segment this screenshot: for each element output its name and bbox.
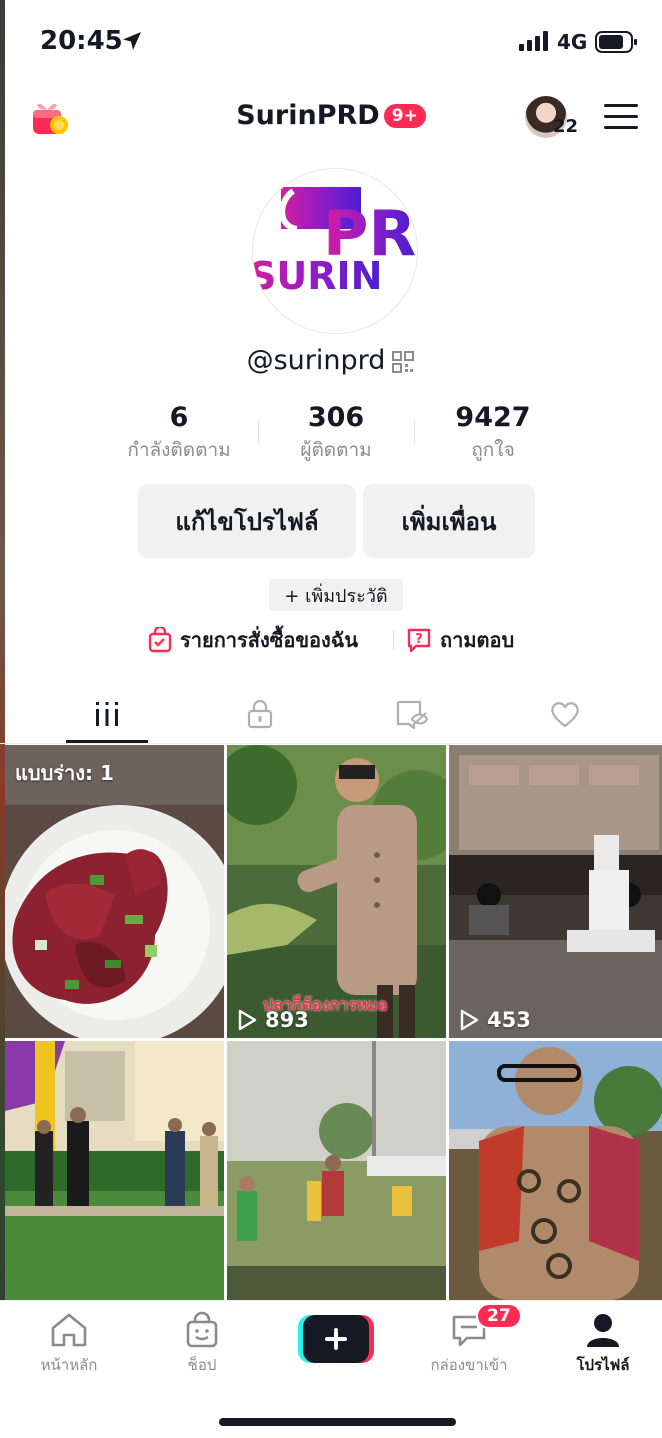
view-count-value: 893 bbox=[265, 1008, 309, 1032]
menu-icon[interactable] bbox=[604, 104, 638, 130]
qa-label: ถามตอบ bbox=[440, 628, 515, 652]
qa-link[interactable]: ? ถามตอบ bbox=[406, 624, 514, 656]
brand-logo-image: PR SURIN bbox=[253, 169, 417, 333]
orders-link[interactable]: รายการสั่งซื้อของฉัน bbox=[148, 624, 358, 656]
friends-count: 22 bbox=[553, 116, 579, 137]
video-thumbnail[interactable] bbox=[449, 1041, 662, 1300]
field-people-image bbox=[227, 1041, 446, 1300]
ceremony-stage-image bbox=[5, 1041, 224, 1300]
stat-followers[interactable]: 306 ผู้ติดตาม bbox=[251, 402, 421, 465]
tabs-divider bbox=[0, 743, 662, 744]
video-thumbnail[interactable]: แบบร่าง: 1 bbox=[5, 745, 224, 1038]
add-friends-button[interactable]: เพิ่มเพื่อน bbox=[363, 484, 535, 558]
username-row: @surinprd bbox=[0, 345, 662, 376]
profile-links: รายการสั่งซื้อของฉัน ? ถามตอบ bbox=[0, 624, 662, 656]
profile-person-icon bbox=[587, 1314, 619, 1347]
shop-bag-icon bbox=[186, 1311, 218, 1348]
account-title: SurinPRD bbox=[236, 100, 380, 131]
stat-likes[interactable]: 9427 ถูกใจ bbox=[408, 402, 578, 465]
content-tabs bbox=[0, 684, 662, 744]
tab-private[interactable] bbox=[205, 684, 315, 744]
likes-label: ถูกใจ bbox=[471, 439, 515, 461]
tab-liked[interactable] bbox=[510, 684, 620, 744]
nav-shop[interactable]: ช็อป bbox=[147, 1311, 257, 1377]
video-thumbnail[interactable] bbox=[227, 1041, 446, 1300]
question-bubble-icon: ? bbox=[407, 628, 431, 653]
followers-label: ผู้ติดตาม bbox=[300, 439, 372, 461]
svg-text:?: ? bbox=[415, 632, 423, 647]
nav-home-label: หน้าหลัก bbox=[40, 1356, 98, 1374]
notification-badge: 9+ bbox=[383, 103, 426, 128]
nav-shop-label: ช็อป bbox=[187, 1356, 217, 1374]
view-count: 893 bbox=[237, 1008, 309, 1032]
nav-home[interactable]: หน้าหลัก bbox=[14, 1311, 124, 1377]
followers-count: 306 bbox=[307, 402, 365, 433]
profile-avatar[interactable]: PR SURIN bbox=[252, 168, 418, 334]
view-count: 453 bbox=[459, 1008, 531, 1032]
night-street-image bbox=[449, 745, 662, 1038]
shopping-bag-icon bbox=[148, 627, 172, 653]
nav-profile[interactable]: โปรไฟล์ bbox=[548, 1311, 658, 1377]
play-icon bbox=[238, 1009, 257, 1031]
bottom-navigation: หน้าหลัก ช็อป กล่องขาเข้า 27 โปรไฟล์ bbox=[0, 1300, 662, 1438]
following-label: กำลังติดตาม bbox=[127, 439, 231, 461]
create-plus-button[interactable] bbox=[298, 1315, 374, 1363]
signal-icon bbox=[519, 31, 548, 51]
location-arrow-icon bbox=[123, 32, 141, 50]
draft-label: แบบร่าง: 1 bbox=[15, 761, 114, 785]
username: @surinprd bbox=[246, 345, 386, 376]
tab-hidden[interactable] bbox=[357, 684, 467, 744]
video-thumbnail[interactable]: 453 bbox=[449, 745, 662, 1038]
links-divider bbox=[393, 630, 394, 650]
nav-inbox-label: กล่องขาเข้า bbox=[430, 1356, 508, 1374]
status-time: 20:45 bbox=[40, 26, 123, 56]
traditional-dress-man-image bbox=[449, 1041, 662, 1300]
nav-profile-label: โปรไฟล์ bbox=[576, 1356, 630, 1374]
orders-label: รายการสั่งซื้อของฉัน bbox=[180, 628, 359, 652]
tab-videos[interactable] bbox=[52, 684, 162, 744]
video-thumbnail[interactable]: ปลาก็ต้องการหมอ 893 bbox=[227, 745, 446, 1038]
qr-code-icon[interactable] bbox=[391, 350, 415, 374]
following-count: 6 bbox=[169, 402, 189, 433]
home-icon bbox=[51, 1313, 87, 1347]
likes-count: 9427 bbox=[455, 402, 531, 433]
home-indicator bbox=[219, 1418, 456, 1426]
network-type: 4G bbox=[557, 30, 588, 54]
inbox-badge: 27 bbox=[476, 1303, 522, 1329]
heart-icon bbox=[551, 702, 579, 728]
play-icon bbox=[460, 1009, 479, 1031]
edit-profile-button[interactable]: แก้ไขโปรไฟล์ bbox=[138, 484, 356, 558]
status-bar: 20:45 4G bbox=[0, 0, 662, 80]
video-thumbnail[interactable] bbox=[5, 1041, 224, 1300]
video-grid: แบบร่าง: 1 ปลาก็ต้องการหมอ 893 453 bbox=[5, 745, 662, 1300]
lock-icon bbox=[247, 699, 273, 729]
battery-icon bbox=[595, 31, 637, 53]
logo-text-bottom: SURIN bbox=[253, 254, 382, 298]
profile-header: SurinPRD 9+ 22 bbox=[0, 90, 662, 146]
view-count-value: 453 bbox=[487, 1008, 531, 1032]
stat-following[interactable]: 6 กำลังติดตาม bbox=[94, 402, 264, 465]
repost-hidden-icon bbox=[396, 700, 429, 729]
add-bio-button[interactable]: + เพิ่มประวัติ bbox=[269, 579, 403, 611]
videos-grid-icon bbox=[96, 702, 118, 726]
